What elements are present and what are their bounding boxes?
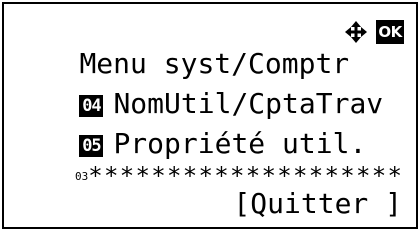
masked-stars: ******************** bbox=[88, 162, 404, 190]
lcd-panel: Menu syst/Comptr OK 04 NomUtil/CptaTrav 0… bbox=[2, 2, 418, 229]
ok-key-icon[interactable]: OK bbox=[376, 20, 404, 44]
four-way-arrow-icon bbox=[345, 21, 367, 43]
partial-item-number: 03 bbox=[75, 170, 89, 183]
quit-button[interactable]: [Quitter ] bbox=[233, 188, 402, 220]
